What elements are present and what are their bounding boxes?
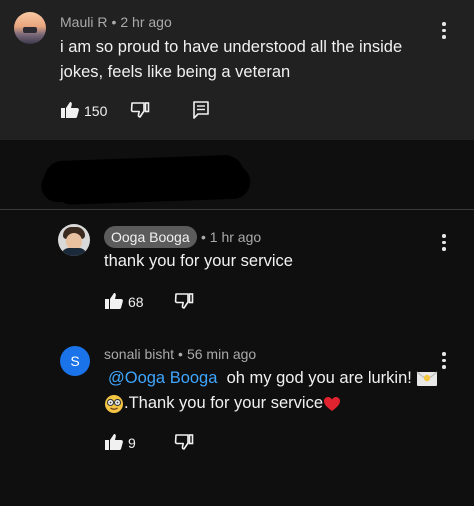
reply-text: @Ooga Booga oh my god you are lurkin! .T… — [105, 366, 438, 416]
avatar[interactable]: S — [60, 346, 90, 376]
avatar[interactable] — [14, 12, 46, 44]
thumbs-up-icon[interactable] — [104, 433, 124, 451]
thumbs-up-icon[interactable] — [104, 292, 124, 310]
reply-text-segment: oh my god you are lurkin! — [226, 369, 412, 387]
comment-text-line: i am so proud to have understood all the… — [60, 38, 403, 56]
reply-author[interactable]: sonali bisht — [104, 346, 174, 362]
thumbs-up-icon[interactable] — [60, 101, 80, 119]
emoji-icon — [417, 371, 438, 386]
more-vert-icon[interactable] — [441, 22, 447, 39]
comment-meta: Mauli R • 2 hr ago — [60, 14, 172, 30]
reply-time: 56 min ago — [186, 346, 257, 362]
comment-text-line: jokes, feels like being a veteran — [60, 63, 291, 81]
comment-text: i am so proud to have understood all the… — [60, 35, 402, 85]
nerd-face-emoji-icon — [105, 394, 123, 413]
top-comment-card: Mauli R • 2 hr ago i am so proud to have u… — [0, 0, 474, 140]
redacted-scribble — [43, 154, 245, 200]
reply-time: 1 hr ago — [209, 229, 262, 245]
like-count: 68 — [128, 294, 144, 310]
more-vert-icon[interactable] — [441, 352, 447, 369]
mention-link[interactable]: @Ooga Booga — [108, 369, 217, 387]
reply-text-line: @Ooga Booga oh my god you are lurkin! — [108, 366, 438, 391]
comment-author[interactable]: Mauli R — [60, 14, 107, 30]
avatar[interactable] — [58, 224, 90, 256]
reply-meta: • 1 hr ago — [201, 229, 261, 245]
thumbs-down-icon[interactable] — [174, 292, 194, 310]
reply-text-segment: .Thank you for your service — [124, 394, 323, 412]
meta-separator: • — [201, 229, 206, 245]
reply-text-line: .Thank you for your service — [104, 391, 438, 416]
divider — [0, 209, 474, 210]
meta-separator: • — [111, 14, 117, 30]
reply-text: thank you for your service — [104, 252, 293, 270]
reply-author-chip[interactable]: Ooga Booga — [104, 226, 197, 248]
reply-meta: sonali bisht • 56 min ago — [104, 346, 256, 362]
red-heart-emoji-icon — [324, 396, 340, 411]
meta-separator: • — [178, 346, 183, 362]
reply-icon[interactable] — [193, 101, 209, 119]
like-count: 150 — [84, 103, 108, 119]
thumbs-down-icon[interactable] — [174, 433, 194, 451]
more-vert-icon[interactable] — [441, 234, 447, 251]
comment-time: 2 hr ago — [120, 14, 172, 30]
like-count: 9 — [128, 435, 136, 451]
thumbs-down-icon[interactable] — [130, 101, 150, 119]
